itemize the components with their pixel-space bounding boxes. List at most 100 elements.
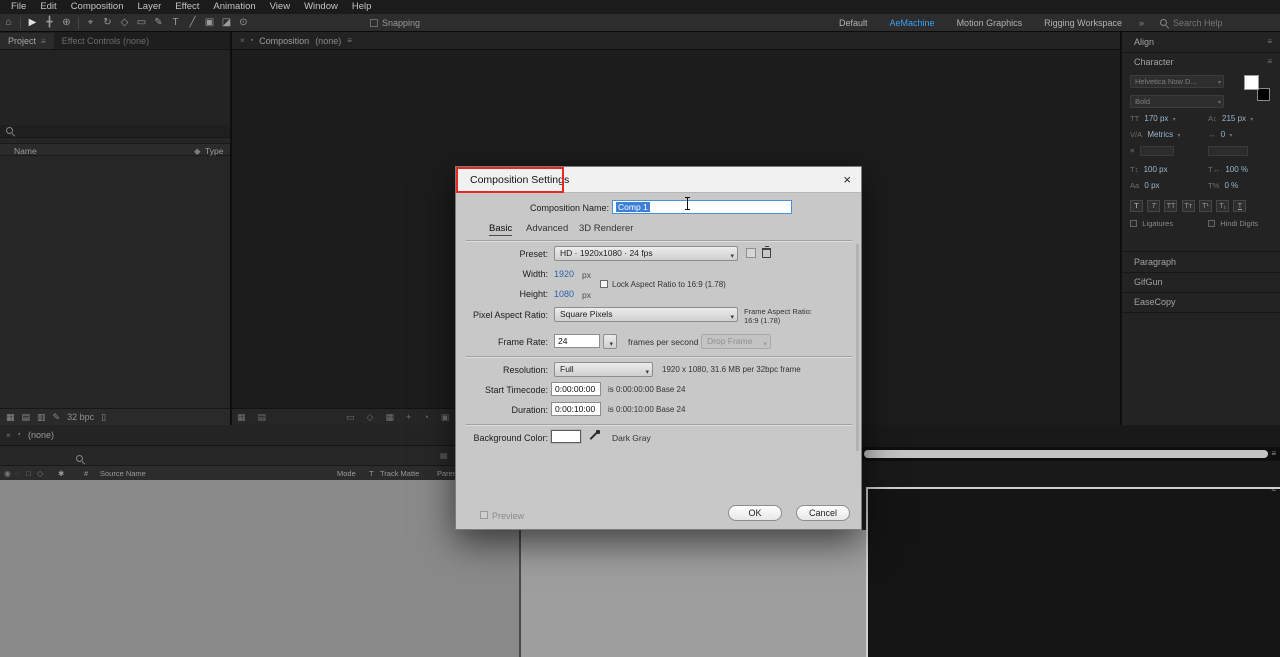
resolution-dropdown[interactable]: Full ▾ bbox=[554, 362, 653, 377]
tracking-value[interactable]: 0 bbox=[1221, 130, 1225, 139]
transparency-grid-icon[interactable]: ▣ bbox=[441, 412, 450, 423]
trash-icon[interactable]: ▯ bbox=[101, 412, 106, 423]
fill-color-swatch[interactable] bbox=[1244, 75, 1259, 90]
menu-window[interactable]: Window bbox=[297, 0, 345, 14]
fill-stroke-color-control[interactable] bbox=[1244, 75, 1270, 101]
easecopy-panel-title[interactable]: EaseCopy bbox=[1134, 297, 1176, 307]
clone-stamp-tool-icon[interactable]: ▣ bbox=[201, 14, 218, 31]
horizontal-scrollbar-track[interactable] bbox=[862, 447, 1280, 461]
frame-rate-dropdown-button[interactable]: ▾ bbox=[603, 334, 617, 349]
resize-grip-icon[interactable]: ≈ bbox=[1272, 485, 1276, 494]
hand-tool-icon[interactable]: ╋ bbox=[41, 14, 58, 31]
panel-menu-icon[interactable]: ≡ bbox=[41, 37, 46, 46]
workspace-overflow-icon[interactable]: » bbox=[1133, 18, 1150, 28]
close-panel-icon[interactable]: × bbox=[6, 431, 11, 440]
selection-tool-icon[interactable]: ▶ bbox=[24, 14, 41, 31]
project-bpc-label[interactable]: 32 bpc bbox=[67, 412, 94, 422]
eraser-tool-icon[interactable]: ◪ bbox=[218, 14, 235, 31]
font-size-value[interactable]: 170 px bbox=[1144, 114, 1168, 123]
panel-menu-icon[interactable]: ≡ bbox=[1267, 57, 1272, 66]
comp-mini-flowchart-icon[interactable]: ▤ bbox=[440, 451, 448, 460]
pan-behind-tool-icon[interactable]: ◇ bbox=[116, 14, 133, 31]
target-icon[interactable]: ◇ bbox=[367, 412, 374, 423]
duration-input[interactable]: 0:00:10:00 bbox=[551, 402, 601, 416]
workspace-rigging[interactable]: Rigging Workspace bbox=[1033, 14, 1133, 32]
interpret-footage-icon[interactable]: ▦ bbox=[6, 412, 15, 423]
menu-layer[interactable]: Layer bbox=[131, 0, 169, 14]
panel-menu-icon[interactable]: ≡ bbox=[1267, 37, 1272, 46]
menu-composition[interactable]: Composition bbox=[64, 0, 131, 14]
height-value[interactable]: 1080 bbox=[554, 289, 574, 299]
video-visibility-icon[interactable]: ◉ bbox=[4, 469, 11, 478]
ligatures-checkbox[interactable] bbox=[1130, 220, 1137, 228]
column-track-matte[interactable]: Track Matte bbox=[380, 469, 419, 478]
home-icon[interactable]: ⌂ bbox=[0, 14, 17, 31]
orbit-camera-tool-icon[interactable]: ⌖ bbox=[82, 14, 99, 31]
save-preset-icon[interactable] bbox=[746, 248, 756, 258]
background-color-swatch[interactable] bbox=[551, 430, 581, 443]
grid-guides-icon[interactable]: ▤ bbox=[258, 412, 267, 423]
baseline-shift-value[interactable]: 0 px bbox=[1144, 181, 1159, 190]
delete-preset-icon[interactable] bbox=[762, 246, 771, 258]
composition-name-input[interactable]: Comp 1 bbox=[612, 200, 792, 214]
adjust-icon[interactable]: ✎ bbox=[53, 412, 61, 423]
timeline-tab-label[interactable]: (none) bbox=[28, 430, 54, 440]
close-panel-icon[interactable]: × bbox=[240, 36, 245, 45]
help-search[interactable]: Search Help bbox=[1150, 18, 1223, 28]
preset-dropdown[interactable]: HD · 1920x1080 · 24 fps ▾ bbox=[554, 246, 738, 261]
layer-number-column[interactable]: # bbox=[84, 469, 88, 478]
menu-view[interactable]: View bbox=[263, 0, 297, 14]
superscript-icon[interactable]: T¹ bbox=[1198, 200, 1212, 212]
lock-aspect-checkbox[interactable] bbox=[600, 280, 608, 288]
column-type[interactable]: Type bbox=[205, 146, 223, 156]
zoom-slider-icon[interactable]: ≡ bbox=[1271, 449, 1276, 458]
paragraph-panel-title[interactable]: Paragraph bbox=[1134, 257, 1176, 267]
new-folder-icon[interactable]: ▤ bbox=[22, 412, 31, 423]
channels-icon[interactable]: ▦ bbox=[385, 412, 394, 423]
kerning-value[interactable]: Metrics bbox=[1147, 130, 1173, 139]
pen-tool-icon[interactable]: ✎ bbox=[150, 14, 167, 31]
tab-3d-renderer[interactable]: 3D Renderer bbox=[579, 223, 633, 234]
cancel-button[interactable]: Cancel bbox=[796, 505, 850, 521]
column-name[interactable]: Name bbox=[14, 146, 37, 156]
subscript-icon[interactable]: T₁ bbox=[1216, 200, 1230, 212]
dialog-scrollbar[interactable] bbox=[856, 244, 859, 451]
leading-value[interactable]: 215 px bbox=[1222, 114, 1246, 123]
menu-effect[interactable]: Effect bbox=[168, 0, 206, 14]
label-column-icon[interactable]: ✱ bbox=[58, 469, 64, 478]
font-family-dropdown[interactable]: Helvetica Now D... ▾ bbox=[1130, 75, 1224, 88]
faux-bold-icon[interactable]: T bbox=[1130, 200, 1143, 212]
horizontal-scrollbar-thumb[interactable] bbox=[864, 450, 1268, 458]
column-mode[interactable]: Mode bbox=[337, 469, 356, 478]
lock-icon[interactable]: ◇ bbox=[37, 469, 43, 478]
tab-effect-controls[interactable]: Effect Controls (none) bbox=[54, 33, 157, 49]
align-panel-title[interactable]: Align bbox=[1134, 37, 1154, 47]
hindi-digits-checkbox[interactable] bbox=[1208, 220, 1215, 228]
workspace-motion-graphics[interactable]: Motion Graphics bbox=[946, 14, 1034, 32]
all-caps-icon[interactable]: TT bbox=[1164, 200, 1178, 212]
vertical-scale-value[interactable]: 100 px bbox=[1144, 165, 1168, 174]
rotate-tool-icon[interactable]: ↻ bbox=[99, 14, 116, 31]
faux-italic-icon[interactable]: T bbox=[1147, 200, 1161, 212]
workspace-default[interactable]: Default bbox=[828, 14, 879, 32]
mask-visibility-icon[interactable]: ▭ bbox=[346, 412, 355, 423]
magnification-icon[interactable]: ▦ bbox=[237, 412, 246, 423]
menu-file[interactable]: File bbox=[4, 0, 33, 14]
menu-animation[interactable]: Animation bbox=[206, 0, 262, 14]
tab-advanced[interactable]: Advanced bbox=[526, 223, 568, 234]
menu-help[interactable]: Help bbox=[345, 0, 379, 14]
resolution-icon[interactable]: + bbox=[406, 412, 411, 422]
underline-icon[interactable]: T bbox=[1233, 200, 1247, 212]
audio-icon[interactable]: ◌ bbox=[15, 469, 20, 478]
pixel-aspect-ratio-dropdown[interactable]: Square Pixels ▾ bbox=[554, 307, 738, 322]
search-icon[interactable] bbox=[76, 455, 85, 464]
horizontal-scale-value[interactable]: 100 % bbox=[1225, 165, 1248, 174]
tab-basic[interactable]: Basic bbox=[489, 223, 513, 236]
zoom-tool-icon[interactable]: ⊕ bbox=[58, 14, 75, 31]
panel-menu-icon[interactable]: ≡ bbox=[347, 36, 352, 45]
solo-icon[interactable]: □ bbox=[26, 469, 31, 478]
project-search-field[interactable] bbox=[0, 125, 230, 138]
roi-icon[interactable]: ◔ bbox=[423, 412, 428, 422]
viewer-tab-label[interactable]: Composition bbox=[259, 36, 309, 46]
drop-frame-dropdown[interactable]: Drop Frame ▾ bbox=[701, 334, 771, 349]
